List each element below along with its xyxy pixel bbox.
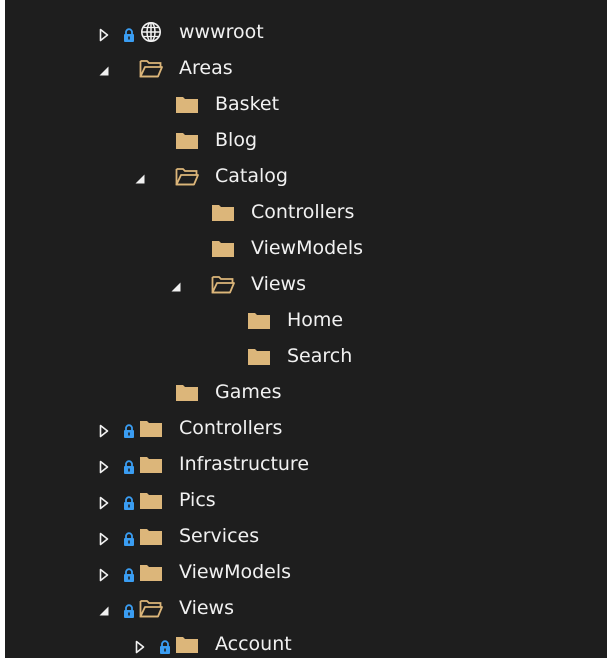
tree-item-label: wwwroot	[179, 21, 264, 43]
expand-arrow-icon[interactable]	[97, 529, 111, 546]
folder-icon	[175, 382, 199, 402]
tree-item[interactable]: Services	[5, 518, 607, 554]
tree-item[interactable]: Catalog	[5, 158, 607, 194]
tree-item-label: Search	[287, 345, 353, 367]
tree-item-label: Controllers	[179, 417, 283, 439]
folder-icon	[139, 454, 163, 474]
tree-item-label: Infrastructure	[179, 453, 310, 475]
lock-icon	[123, 25, 135, 42]
collapse-arrow-icon[interactable]	[133, 169, 147, 184]
globe-icon	[140, 21, 164, 42]
expand-arrow-icon[interactable]	[97, 565, 111, 582]
tree-item[interactable]: ViewModels	[5, 230, 607, 266]
tree-item-label: Views	[179, 597, 234, 619]
lock-icon	[123, 493, 135, 510]
folder-icon	[139, 562, 163, 582]
tree-item[interactable]: Pics	[5, 482, 607, 518]
folder-icon	[139, 418, 163, 438]
tree-item[interactable]: Areas	[5, 50, 607, 86]
tree-item[interactable]: Controllers	[5, 194, 607, 230]
collapse-arrow-icon[interactable]	[97, 601, 111, 616]
folder-icon	[139, 526, 163, 546]
tree-item[interactable]: Views	[5, 266, 607, 302]
lock-icon	[123, 601, 135, 618]
expand-arrow-icon[interactable]	[97, 457, 111, 474]
lock-icon	[123, 421, 135, 438]
tree-item[interactable]: Home	[5, 302, 607, 338]
tree-item[interactable]: wwwroot	[5, 14, 607, 50]
tree-item[interactable]: Account	[5, 626, 607, 658]
folder-icon	[247, 346, 271, 366]
tree-item[interactable]: Search	[5, 338, 607, 374]
solution-explorer-panel: wwwroot Areas Basket Blog Catalog Controllers…	[5, 0, 607, 658]
tree-item[interactable]: Blog	[5, 122, 607, 158]
collapse-arrow-icon[interactable]	[169, 277, 183, 292]
tree-item[interactable]: Basket	[5, 86, 607, 122]
lock-icon	[123, 529, 135, 546]
tree-item[interactable]: Controllers	[5, 410, 607, 446]
tree-item-label: Pics	[179, 489, 216, 511]
tree-item-label: Basket	[215, 93, 280, 115]
folder-open-icon	[211, 274, 235, 294]
tree-item[interactable]: Infrastructure	[5, 446, 607, 482]
folder-open-icon	[139, 58, 163, 78]
folder-icon	[139, 490, 163, 510]
lock-icon	[123, 457, 135, 474]
tree-item-label: Catalog	[215, 165, 288, 187]
folder-icon	[211, 202, 235, 222]
tree-item[interactable]: Views	[5, 590, 607, 626]
expand-arrow-icon[interactable]	[97, 25, 111, 42]
folder-icon	[175, 634, 199, 654]
folder-icon	[247, 310, 271, 330]
tree-item-label: Controllers	[251, 201, 355, 223]
expand-arrow-icon[interactable]	[97, 493, 111, 510]
tree-item-label: ViewModels	[179, 561, 292, 583]
expand-arrow-icon[interactable]	[97, 421, 111, 438]
folder-icon	[175, 130, 199, 150]
lock-icon	[159, 637, 171, 654]
tree-item-label: Games	[215, 381, 282, 403]
tree-item[interactable]: ViewModels	[5, 554, 607, 590]
tree-item-label: Views	[251, 273, 306, 295]
lock-icon	[123, 565, 135, 582]
folder-icon	[175, 94, 199, 114]
tree-item-label: ViewModels	[251, 237, 364, 259]
tree-item-label: Areas	[179, 57, 233, 79]
tree-item-label: Home	[287, 309, 344, 331]
collapse-arrow-icon[interactable]	[97, 61, 111, 76]
tree-item-label: Account	[215, 633, 292, 655]
tree-item[interactable]: Games	[5, 374, 607, 410]
folder-icon	[211, 238, 235, 258]
folder-open-icon	[175, 166, 199, 186]
expand-arrow-icon[interactable]	[133, 637, 147, 654]
solution-tree: wwwroot Areas Basket Blog Catalog Controllers…	[5, 14, 607, 658]
folder-open-icon	[139, 598, 163, 618]
tree-item-label: Services	[179, 525, 260, 547]
tree-item-label: Blog	[215, 129, 257, 151]
